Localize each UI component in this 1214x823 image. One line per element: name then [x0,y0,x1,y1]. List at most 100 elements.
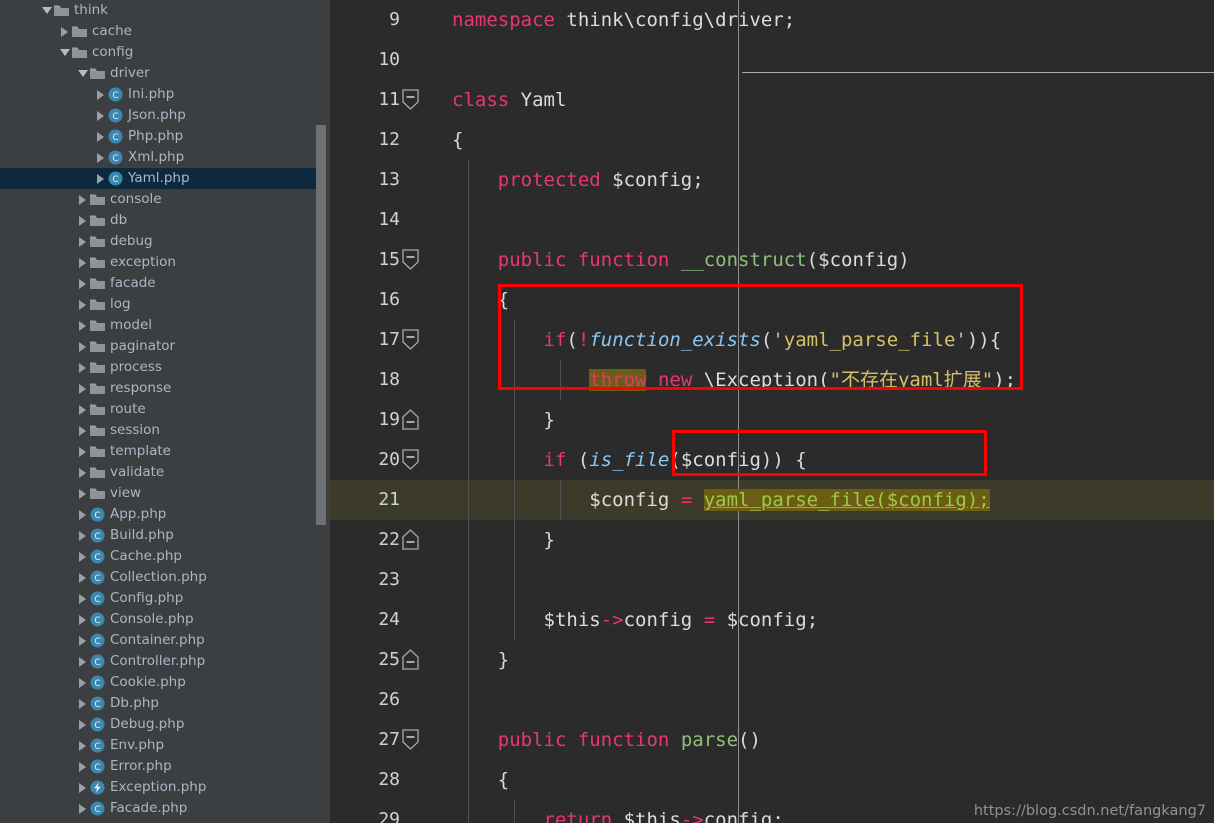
fold-gutter[interactable] [410,760,452,800]
chevron-right-icon[interactable] [76,651,89,672]
fold-gutter[interactable] [410,680,452,720]
chevron-right-icon[interactable] [94,168,107,189]
code-line[interactable]: 12 { [330,120,1214,160]
chevron-down-icon[interactable] [40,0,53,21]
fold-gutter[interactable] [402,400,452,440]
fold-gutter[interactable] [410,280,452,320]
chevron-right-icon[interactable] [76,189,89,210]
code-text[interactable]: throw new \Exception("不存在yaml扩展"); [452,360,1214,400]
code-line[interactable]: 11 class Yaml [330,80,1214,120]
fold-gutter[interactable] [410,200,452,240]
fold-gutter[interactable] [402,80,452,120]
fold-gutter[interactable] [410,480,452,520]
tree-item-xml-php[interactable]: C Xml.php [0,147,318,168]
tree-item-debug[interactable]: debug [0,231,318,252]
code-text[interactable]: } [452,520,1214,560]
chevron-right-icon[interactable] [76,273,89,294]
code-text[interactable]: protected $config; [452,160,1214,200]
fold-gutter[interactable] [402,640,452,680]
code-line[interactable]: 20 if (is_file($config)) { [330,440,1214,480]
code-text[interactable]: public function parse() [452,720,1214,760]
tree-item-container-php[interactable]: C Container.php [0,630,318,651]
code-line[interactable]: 16 { [330,280,1214,320]
chevron-right-icon[interactable] [76,483,89,504]
tree-item-think[interactable]: think [0,0,318,21]
fold-gutter[interactable] [410,40,452,80]
code-text[interactable]: { [452,280,1214,320]
code-text[interactable]: class Yaml [452,80,1214,120]
code-text[interactable]: if (is_file($config)) { [452,440,1214,480]
sidebar-scrollbar-track[interactable] [316,0,328,823]
chevron-right-icon[interactable] [76,588,89,609]
code-line[interactable]: 21 $config = yaml_parse_file($config); [330,480,1214,520]
fold-gutter[interactable] [410,800,452,823]
chevron-right-icon[interactable] [76,357,89,378]
tree-item-db-php[interactable]: C Db.php [0,693,318,714]
sidebar-scrollbar-thumb[interactable] [316,125,326,525]
code-line[interactable]: 14 [330,200,1214,240]
tree-item-collection-php[interactable]: C Collection.php [0,567,318,588]
code-lines[interactable]: 9 namespace think\config\driver; 10 11 class… [330,0,1214,823]
code-text[interactable]: $config = yaml_parse_file($config); [452,480,1214,520]
chevron-right-icon[interactable] [76,231,89,252]
tree-item-validate[interactable]: validate [0,462,318,483]
fold-gutter[interactable] [402,520,452,560]
chevron-right-icon[interactable] [76,693,89,714]
tree-item-cache[interactable]: cache [0,21,318,42]
code-line[interactable]: 17 if(!function_exists('yaml_parse_file'… [330,320,1214,360]
tree-item-exception[interactable]: exception [0,252,318,273]
chevron-right-icon[interactable] [76,609,89,630]
code-text[interactable] [452,200,1214,240]
code-line[interactable]: 26 [330,680,1214,720]
fold-gutter[interactable] [402,320,452,360]
tree-item-facade-php[interactable]: C Facade.php [0,798,318,819]
chevron-right-icon[interactable] [94,105,107,126]
tree-item-app-php[interactable]: C App.php [0,504,318,525]
chevron-right-icon[interactable] [76,315,89,336]
code-line[interactable]: 24 $this->config = $config; [330,600,1214,640]
chevron-right-icon[interactable] [76,252,89,273]
chevron-right-icon[interactable] [94,84,107,105]
fold-gutter[interactable] [410,160,452,200]
code-line[interactable]: 13 protected $config; [330,160,1214,200]
chevron-right-icon[interactable] [76,525,89,546]
tree-item-response[interactable]: response [0,378,318,399]
chevron-right-icon[interactable] [76,630,89,651]
fold-gutter[interactable] [410,360,452,400]
tree-item-route[interactable]: route [0,399,318,420]
chevron-down-icon[interactable] [58,42,71,63]
tree-item-error-php[interactable]: C Error.php [0,756,318,777]
chevron-right-icon[interactable] [76,756,89,777]
chevron-right-icon[interactable] [76,798,89,819]
chevron-right-icon[interactable] [76,420,89,441]
tree-item-config[interactable]: config [0,42,318,63]
project-tree[interactable]: think cache config driver C Ini.php C Json.php C… [0,0,318,819]
code-line[interactable]: 25 } [330,640,1214,680]
tree-item-cookie-php[interactable]: C Cookie.php [0,672,318,693]
code-text[interactable]: $this->config = $config; [452,600,1214,640]
code-text[interactable]: public function __construct($config) [452,240,1214,280]
chevron-right-icon[interactable] [76,504,89,525]
tree-item-ini-php[interactable]: C Ini.php [0,84,318,105]
tree-item-json-php[interactable]: C Json.php [0,105,318,126]
fold-gutter[interactable] [402,240,452,280]
chevron-right-icon[interactable] [76,462,89,483]
chevron-right-icon[interactable] [94,147,107,168]
code-text[interactable] [452,40,1214,80]
fold-gutter[interactable] [410,120,452,160]
tree-item-view[interactable]: view [0,483,318,504]
tree-item-console[interactable]: console [0,189,318,210]
code-line[interactable]: 23 [330,560,1214,600]
fold-gutter[interactable] [410,560,452,600]
tree-item-model[interactable]: model [0,315,318,336]
tree-item-process[interactable]: process [0,357,318,378]
tree-item-config-php[interactable]: C Config.php [0,588,318,609]
tree-item-console-php[interactable]: C Console.php [0,609,318,630]
tree-item-build-php[interactable]: C Build.php [0,525,318,546]
chevron-right-icon[interactable] [76,336,89,357]
code-line[interactable]: 10 [330,40,1214,80]
chevron-right-icon[interactable] [76,441,89,462]
code-line[interactable]: 27 public function parse() [330,720,1214,760]
fold-gutter[interactable] [402,720,452,760]
code-text[interactable] [452,680,1214,720]
